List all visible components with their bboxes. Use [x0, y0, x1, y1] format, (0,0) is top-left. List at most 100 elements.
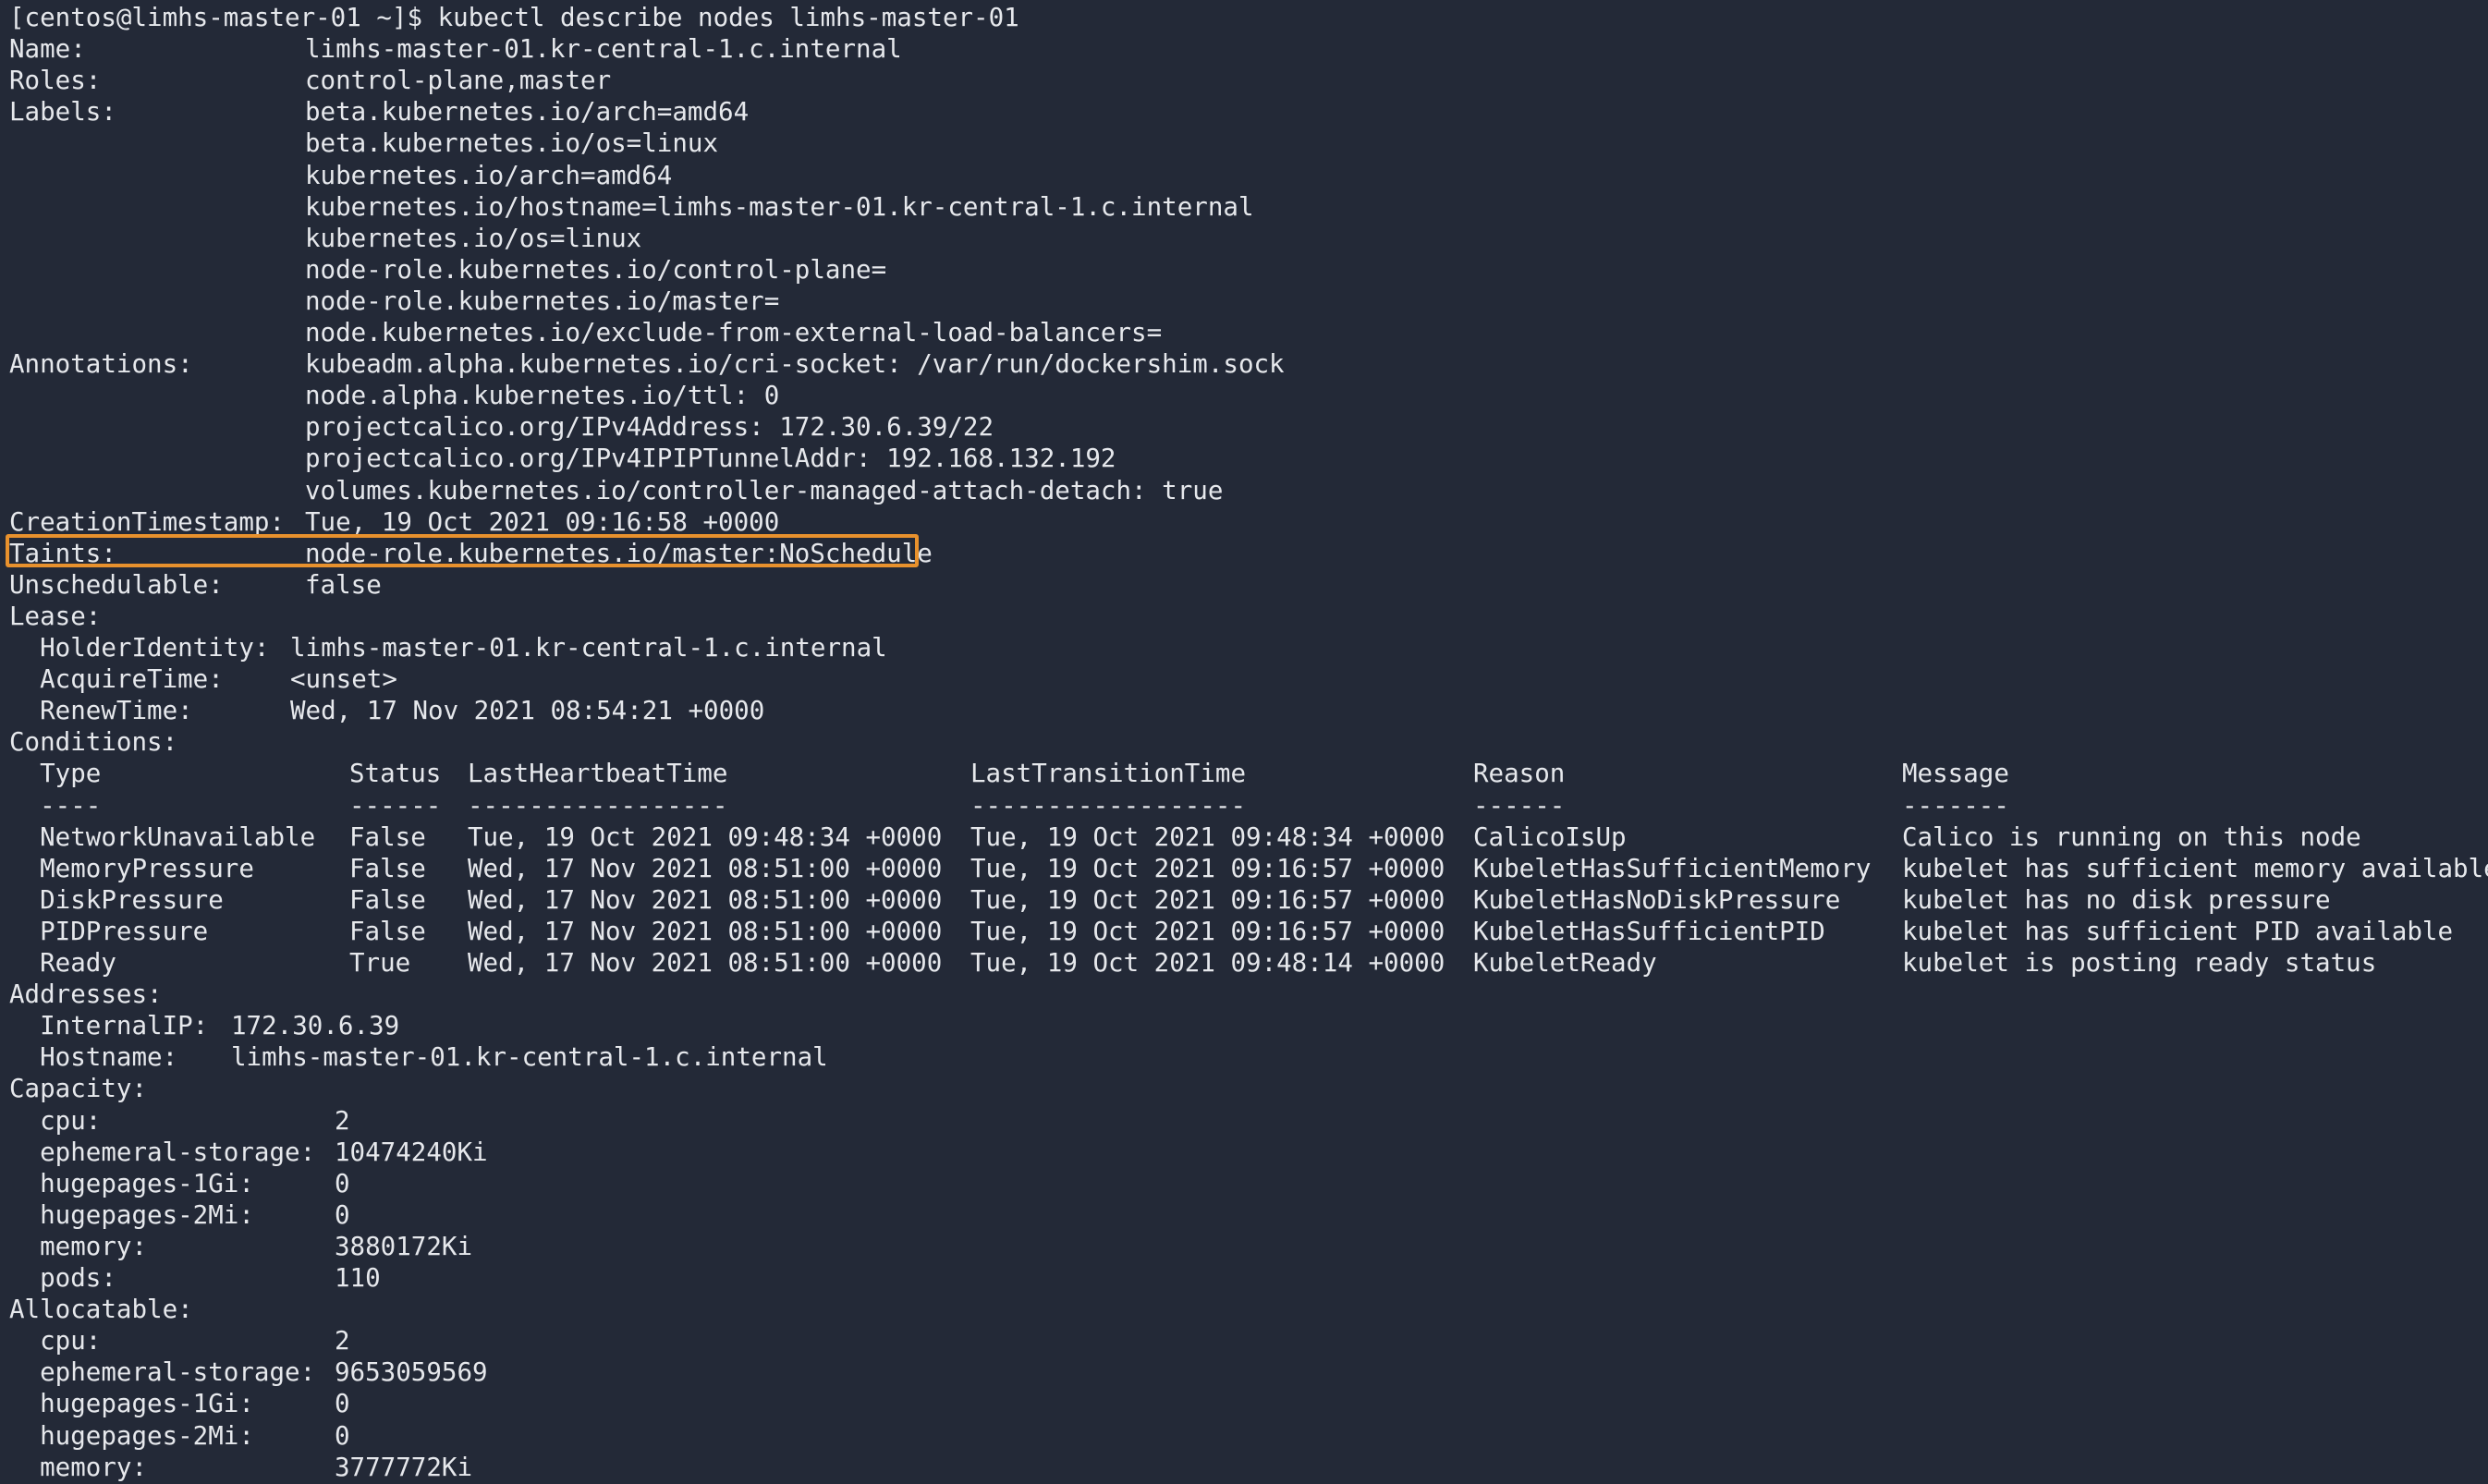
field-label: Labels: — [9, 97, 116, 128]
field-label: InternalIP: — [9, 1011, 209, 1041]
field-value: 10474240Ki — [335, 1137, 488, 1167]
field-value: kubelet has no disk pressure — [1902, 884, 2331, 915]
field-label: Ready — [9, 948, 116, 978]
field-value: kubeadm.alpha.kubernetes.io/cri-socket: … — [305, 349, 1285, 380]
field-value: beta.kubernetes.io/os=linux — [305, 128, 719, 159]
field-label: Capacity: — [9, 1074, 148, 1104]
field-value: 0 — [335, 1389, 350, 1419]
field-value: Calico is running on this node — [1902, 821, 2361, 852]
field-value: Tue, 19 Oct 2021 09:48:34 +0000 — [468, 821, 943, 852]
field-value: Wed, 17 Nov 2021 08:51:00 +0000 — [468, 884, 943, 915]
field-value: false — [305, 569, 382, 600]
field-label: DiskPressure — [9, 884, 224, 915]
field-value: 0 — [335, 1168, 350, 1198]
field-value: False — [349, 853, 426, 883]
field-value: <unset> — [290, 664, 397, 695]
field-label: Allocatable: — [9, 1295, 193, 1325]
field-label: cpu: — [9, 1105, 102, 1136]
field-label: Roles: — [9, 66, 102, 96]
field-value: projectcalico.org/IPv4IPIPTunnelAddr: 19… — [305, 444, 1116, 474]
field-label: MemoryPressure — [9, 853, 254, 883]
field-value: limhs-master-01.kr-central-1.c.internal — [231, 1042, 828, 1073]
field-value: node-role.kubernetes.io/control-plane= — [305, 254, 887, 285]
field-label: Hostname: — [9, 1042, 178, 1073]
field-value: Wed, 17 Nov 2021 08:54:21 +0000 — [290, 696, 765, 726]
field-value: kubelet has sufficient PID available — [1902, 916, 2454, 946]
field-value: kubernetes.io/os=linux — [305, 223, 642, 253]
field-label: Lease: — [9, 601, 102, 631]
field-label: Taints: — [9, 538, 116, 568]
field-value: Tue, 19 Oct 2021 09:16:57 +0000 — [970, 853, 1445, 883]
field-value: limhs-master-01.kr-central-1.c.internal — [305, 34, 902, 65]
field-label: Annotations: — [9, 349, 193, 380]
field-value: ----------------- — [468, 790, 728, 821]
field-value: ------ — [1473, 790, 1566, 821]
field-value: Wed, 17 Nov 2021 08:51:00 +0000 — [468, 948, 943, 978]
field-label: ---- — [9, 790, 102, 821]
field-label: RenewTime: — [9, 696, 193, 726]
field-label: Name: — [9, 34, 86, 65]
field-value: True — [349, 948, 411, 978]
field-value: 2 — [335, 1326, 350, 1356]
field-value: KubeletReady — [1473, 948, 1657, 978]
field-value: kubernetes.io/hostname=limhs-master-01.k… — [305, 191, 1254, 222]
field-label: AcquireTime: — [9, 664, 224, 695]
field-label: hugepages-2Mi: — [9, 1199, 254, 1230]
field-value: LastTransitionTime — [970, 759, 1247, 789]
field-value: kubelet is posting ready status — [1902, 948, 2377, 978]
field-value: 0 — [335, 1420, 350, 1451]
field-value: KubeletHasSufficientMemory — [1473, 853, 1872, 883]
field-value: 0 — [335, 1199, 350, 1230]
field-value: False — [349, 884, 426, 915]
field-value: projectcalico.org/IPv4Address: 172.30.6.… — [305, 412, 994, 443]
field-value: node.alpha.kubernetes.io/ttl: 0 — [305, 381, 780, 411]
field-value: node.kubernetes.io/exclude-from-external… — [305, 318, 1163, 347]
field-label: memory: — [9, 1231, 148, 1261]
field-label: NetworkUnavailable — [9, 821, 316, 852]
field-value: kubernetes.io/arch=amd64 — [305, 160, 673, 190]
field-label: HolderIdentity: — [9, 633, 270, 663]
field-value: node-role.kubernetes.io/master:NoSchedul… — [305, 538, 933, 568]
field-value: 172.30.6.39 — [231, 1011, 400, 1041]
field-value: beta.kubernetes.io/arch=amd64 — [305, 97, 750, 128]
field-value: Wed, 17 Nov 2021 08:51:00 +0000 — [468, 853, 943, 883]
field-label: cpu: — [9, 1326, 102, 1356]
field-value: Tue, 19 Oct 2021 09:48:34 +0000 — [970, 821, 1445, 852]
command-prompt: [centos@limhs-master-01 ~]$ kubectl desc… — [9, 3, 1019, 32]
field-label: Type — [9, 759, 102, 789]
field-value: 110 — [335, 1263, 381, 1293]
field-label: CreationTimestamp: — [9, 506, 286, 537]
field-label: Conditions: — [9, 727, 178, 758]
field-value: Message — [1902, 759, 2009, 789]
terminal-window[interactable]: [centos@limhs-master-01 ~]$ kubectl desc… — [0, 0, 2488, 1484]
field-label: ephemeral-storage: — [9, 1137, 316, 1167]
field-value: CalicoIsUp — [1473, 821, 1627, 852]
field-label: hugepages-1Gi: — [9, 1389, 254, 1419]
field-label: pods: — [9, 1263, 116, 1293]
field-value: limhs-master-01.kr-central-1.c.internal — [290, 633, 887, 663]
field-value: Reason — [1473, 759, 1566, 789]
field-label: memory: — [9, 1452, 148, 1482]
field-value: volumes.kubernetes.io/controller-managed… — [305, 475, 1224, 505]
field-label: PIDPressure — [9, 916, 209, 946]
field-value: False — [349, 916, 426, 946]
field-value: Wed, 17 Nov 2021 08:51:00 +0000 — [468, 916, 943, 946]
field-label: hugepages-1Gi: — [9, 1168, 254, 1198]
field-value: 9653059569 — [335, 1357, 488, 1388]
field-value: Tue, 19 Oct 2021 09:16:58 +0000 — [305, 506, 780, 537]
field-value: LastHeartbeatTime — [468, 759, 728, 789]
field-label: ephemeral-storage: — [9, 1357, 316, 1388]
field-value: ------ — [349, 790, 442, 821]
field-value: Tue, 19 Oct 2021 09:16:57 +0000 — [970, 884, 1445, 915]
field-value: KubeletHasNoDiskPressure — [1473, 884, 1841, 915]
field-value: Tue, 19 Oct 2021 09:48:14 +0000 — [970, 948, 1445, 978]
field-value: 3777772Ki — [335, 1452, 473, 1482]
field-value: 2 — [335, 1105, 350, 1136]
field-value: 3880172Ki — [335, 1231, 473, 1261]
field-label: Unschedulable: — [9, 569, 224, 600]
field-value: node-role.kubernetes.io/master= — [305, 286, 780, 316]
field-value: kubelet has sufficient memory available — [1902, 853, 2488, 883]
field-value: control-plane,master — [305, 66, 612, 96]
field-label: Addresses: — [9, 979, 163, 1010]
field-value: Status — [349, 759, 442, 789]
